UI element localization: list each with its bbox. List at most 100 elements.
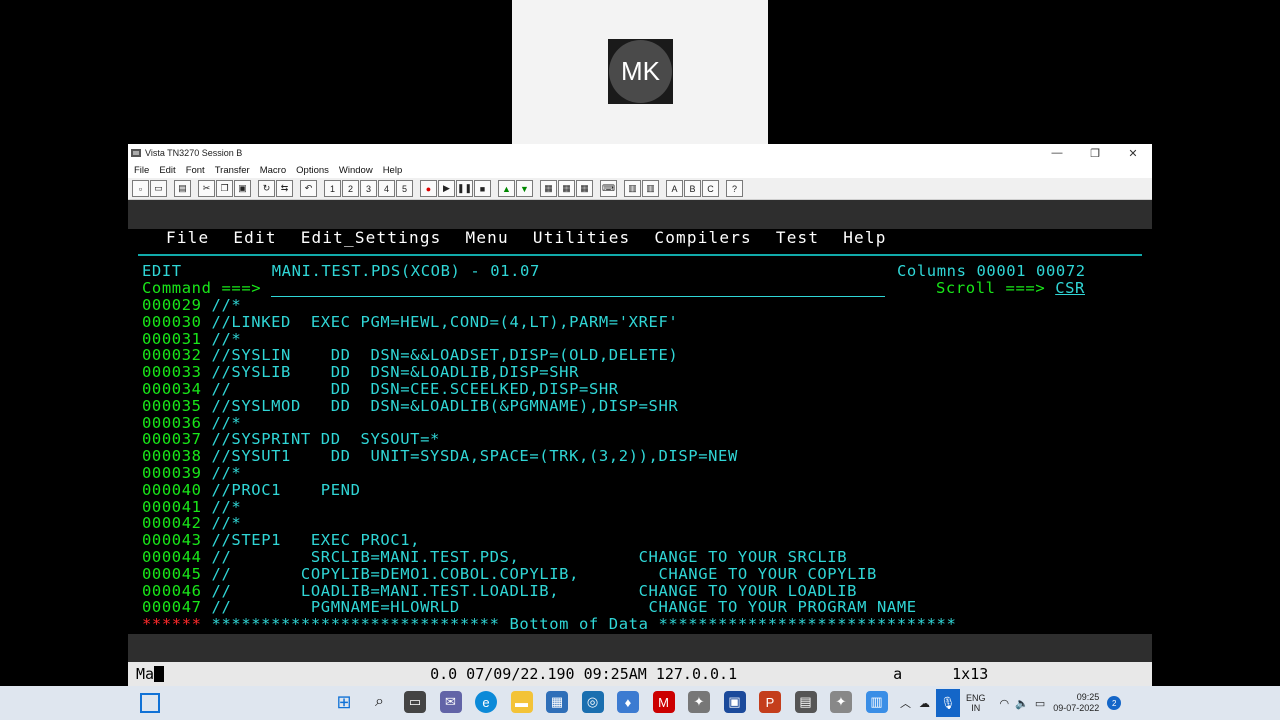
line-text[interactable]: // SRCLIB=MANI.TEST.PDS, CHANGE TO YOUR … (212, 548, 848, 566)
action-test[interactable]: Test (776, 228, 819, 247)
paste-icon[interactable]: ▣ (234, 180, 251, 197)
mcafee-icon[interactable]: M (652, 691, 675, 713)
wifi-icon[interactable]: ◠ (1000, 697, 1010, 710)
start-icon[interactable]: ⊞ (333, 691, 355, 713)
source-line[interactable]: 000033 //SYSLIB DD DSN=&LOADLIB,DISP=SHR (142, 364, 579, 381)
menu-file[interactable]: File (134, 165, 149, 176)
open-icon[interactable]: ▭ (150, 180, 167, 197)
source-line[interactable]: 000040 //PROC1 PEND (142, 481, 361, 499)
menu-window[interactable]: Window (339, 165, 373, 176)
source-line[interactable]: 000047 // PGMNAME=HLOWRLD CHANGE TO YOUR… (142, 599, 917, 616)
pf2-icon[interactable]: 2 (342, 180, 359, 197)
chat-icon[interactable]: ✉ (439, 691, 462, 713)
source-line[interactable]: 000029 //* (142, 297, 241, 314)
line-text[interactable]: //SYSPRINT DD SYSOUT=* (212, 430, 440, 448)
pf4-icon[interactable]: 4 (378, 180, 395, 197)
line-text[interactable]: //STEP1 EXEC PROC1, (212, 531, 421, 549)
screen2-icon[interactable]: ▦ (558, 180, 575, 197)
action-help[interactable]: Help (843, 228, 886, 247)
source-line[interactable]: 000035 //SYSLMOD DD DSN=&LOADLIB(&PGMNAM… (142, 397, 679, 415)
session-c-button[interactable]: C (702, 180, 719, 197)
calculator-icon[interactable]: ▤ (794, 691, 817, 713)
minimize-button[interactable]: — (1038, 147, 1076, 159)
action-menu[interactable]: Menu (466, 228, 509, 247)
stop-icon[interactable]: ■ (474, 180, 491, 197)
reconnect-icon[interactable]: ⇆ (276, 180, 293, 197)
clock[interactable]: 09:25 09-07-2022 (1053, 692, 1099, 714)
app-icon-1[interactable]: ✦ (688, 691, 710, 713)
refresh-icon[interactable]: ↻ (258, 180, 275, 197)
tn3270-taskbar-icon[interactable]: ✦ (830, 691, 852, 713)
chevron-up-icon[interactable]: ︿ (900, 695, 911, 711)
source-line[interactable]: 000037 //SYSPRINT DD SYSOUT=* (142, 431, 440, 448)
action-file[interactable]: File (166, 228, 209, 247)
source-line[interactable]: 000041 //* (142, 498, 242, 516)
cloud-icon[interactable]: ☁ (919, 697, 930, 710)
source-line[interactable]: 000042 //* (142, 515, 241, 532)
menu-options[interactable]: Options (296, 165, 329, 176)
session-b-button[interactable]: B (684, 180, 701, 197)
help-button[interactable]: ? (726, 180, 743, 197)
source-line[interactable]: 000031 //* (142, 330, 241, 348)
pf3-icon[interactable]: 3 (360, 180, 377, 197)
line-text[interactable]: // COPYLIB=DEMO1.COBOL.COPYLIB, CHANGE T… (212, 565, 877, 583)
source-line[interactable]: 000036 //* (142, 414, 242, 432)
screen3-icon[interactable]: ▦ (576, 180, 593, 197)
line-text[interactable]: //* (212, 414, 242, 432)
source-line[interactable]: 000034 // DD DSN=CEE.SCEELKED,DISP=SHR (142, 381, 619, 398)
line-text[interactable]: //LINKED EXEC PGM=HEWL,COND=(4,LT),PARM=… (212, 313, 679, 331)
menu-macro[interactable]: Macro (260, 165, 286, 176)
widgets-icon[interactable] (140, 693, 160, 713)
print-icon[interactable]: ▤ (174, 180, 191, 197)
screen1-icon[interactable]: ▦ (540, 180, 557, 197)
battery-icon[interactable]: ▭ (1035, 697, 1045, 710)
line-text[interactable]: // LOADLIB=MANI.TEST.LOADLIB, CHANGE TO … (212, 582, 858, 600)
line-text[interactable]: //* (212, 498, 242, 516)
keyboard-icon[interactable]: ⌨ (600, 180, 617, 197)
command-input[interactable] (271, 283, 886, 297)
line-text[interactable]: //* (212, 296, 242, 314)
action-utilities[interactable]: Utilities (533, 228, 631, 247)
terminal-screen[interactable]: File Edit Edit_Settings Menu Utilities Compil… (128, 229, 1152, 634)
scroll-value[interactable]: CSR (1055, 279, 1085, 297)
microphone-icon[interactable]: 🎙 (936, 689, 960, 717)
pause-icon[interactable]: ❚❚ (456, 180, 473, 197)
line-text[interactable]: //PROC1 PEND (212, 481, 361, 499)
line-text[interactable]: // DD DSN=CEE.SCEELKED,DISP=SHR (212, 380, 619, 398)
source-line[interactable]: 000045 // COPYLIB=DEMO1.COBOL.COPYLIB, C… (142, 565, 877, 583)
line-text[interactable]: //SYSUT1 DD UNIT=SYSDA,SPACE=(TRK,(3,2))… (212, 447, 738, 465)
notepad-icon[interactable]: ▥ (865, 691, 888, 713)
capture1-icon[interactable]: ▥ (624, 180, 641, 197)
capture2-icon[interactable]: ▥ (642, 180, 659, 197)
undo-icon[interactable]: ↶ (300, 180, 317, 197)
restore-button[interactable]: ❐ (1076, 147, 1114, 160)
source-line[interactable]: 000030 //LINKED EXEC PGM=HEWL,COND=(4,LT… (142, 313, 679, 331)
python-icon[interactable]: ♦ (617, 691, 639, 713)
source-line[interactable]: 000044 // SRCLIB=MANI.TEST.PDS, CHANGE T… (142, 549, 847, 566)
play-icon[interactable]: ▶ (438, 180, 455, 197)
pf5-icon[interactable]: 5 (396, 180, 413, 197)
camera-app-icon[interactable]: ◎ (581, 691, 604, 713)
line-text[interactable]: // PGMNAME=HLOWRLD CHANGE TO YOUR PROGRA… (212, 598, 917, 616)
upload-icon[interactable]: ▲ (498, 180, 515, 197)
source-line[interactable]: 000043 //STEP1 EXEC PROC1, (142, 532, 420, 549)
language-indicator[interactable]: ENG IN (966, 693, 986, 713)
file-explorer-icon[interactable]: ▬ (510, 691, 533, 713)
line-text[interactable]: //SYSLIN DD DSN=&&LOADSET,DISP=(OLD,DELE… (212, 346, 679, 364)
line-text[interactable]: //SYSLMOD DD DSN=&LOADLIB(&PGMNAME),DISP… (212, 397, 679, 415)
new-icon[interactable]: ▫ (132, 180, 149, 197)
search-icon[interactable]: ⌕ (369, 691, 391, 713)
source-line[interactable]: 000046 // LOADLIB=MANI.TEST.LOADLIB, CHA… (142, 582, 858, 600)
powerpoint-icon[interactable]: P (759, 691, 781, 713)
source-line[interactable]: 000032 //SYSLIN DD DSN=&&LOADSET,DISP=(O… (142, 347, 678, 364)
notification-badge[interactable]: 2 (1107, 696, 1122, 710)
source-line[interactable]: 000038 //SYSUT1 DD UNIT=SYSDA,SPACE=(TRK… (142, 448, 738, 465)
action-compilers[interactable]: Compilers (654, 228, 752, 247)
source-line[interactable]: 000039 //* (142, 465, 241, 482)
copy-icon[interactable]: ❐ (216, 180, 233, 197)
action-edit[interactable]: Edit (233, 228, 276, 247)
menu-transfer[interactable]: Transfer (215, 165, 250, 176)
line-text[interactable]: //SYSLIB DD DSN=&LOADLIB,DISP=SHR (212, 363, 579, 381)
cut-icon[interactable]: ✂ (198, 180, 215, 197)
volume-icon[interactable]: 🔈 (1015, 697, 1029, 710)
